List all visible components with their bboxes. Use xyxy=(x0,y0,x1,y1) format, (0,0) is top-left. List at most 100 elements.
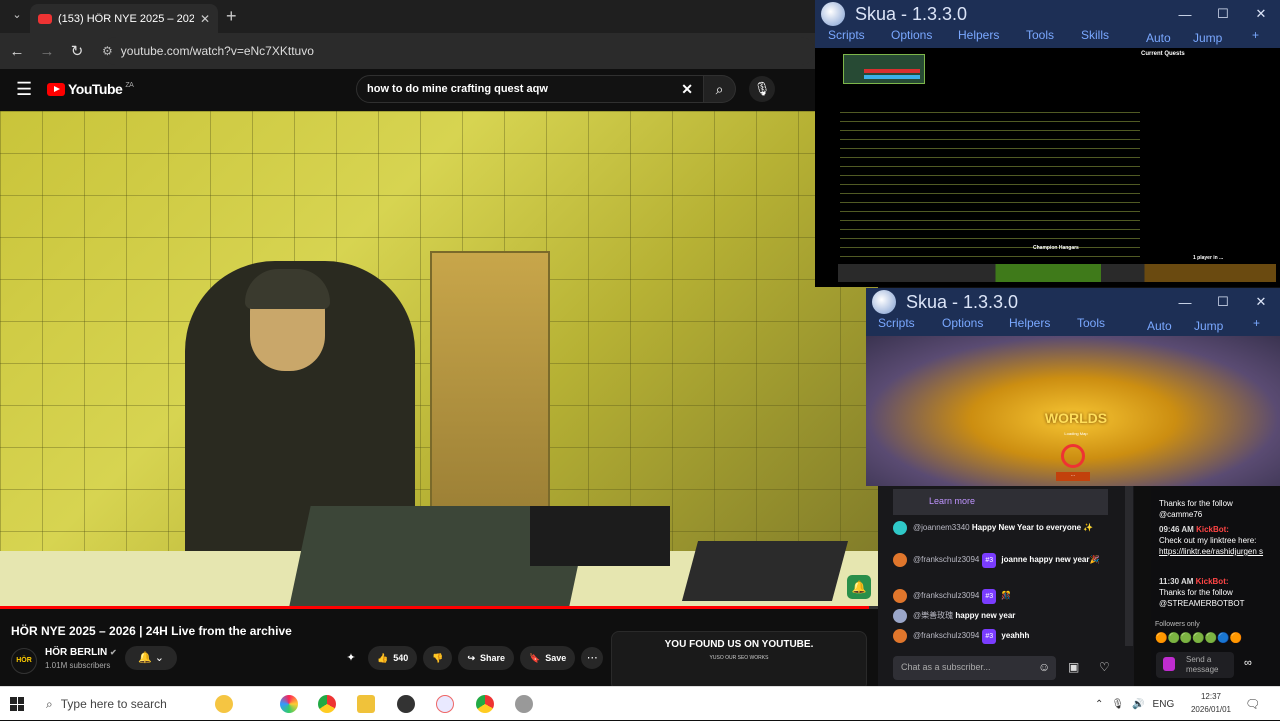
tab-close-icon[interactable]: ✕ xyxy=(200,12,210,26)
mic-icon[interactable] xyxy=(1163,657,1175,671)
emoji-icon[interactable]: ☺ xyxy=(1038,660,1050,674)
menu-tools[interactable]: Tools xyxy=(1026,28,1054,42)
video-player[interactable] xyxy=(0,111,878,608)
address-bar[interactable]: ⚙ youtube.com/watch?v=eNc7XKttuvo xyxy=(102,37,815,65)
tab-search-chevron-icon[interactable]: ⌄ xyxy=(8,8,26,26)
launchpad xyxy=(530,506,670,566)
share-button[interactable]: ↪ Share xyxy=(458,646,515,670)
current-quests-label[interactable]: Current Quests xyxy=(1141,51,1185,57)
channel-watermark-icon[interactable]: 🔔 xyxy=(847,575,871,599)
clock-date: 2026/01/01 xyxy=(1190,705,1232,714)
reload-icon[interactable]: ↻ xyxy=(64,42,90,60)
skua-window-1[interactable]: Skua - 1.3.3.0 — ☐ ✕ Scripts Options Hel… xyxy=(815,0,1280,287)
menu-skills[interactable]: Skills xyxy=(1081,28,1109,42)
menu-auto[interactable]: Auto xyxy=(1146,31,1171,45)
search-input[interactable]: how to do mine crafting quest aqw ✕ xyxy=(356,75,704,103)
skua-window-2[interactable]: Skua - 1.3.3.0 — ☐ ✕ Scripts Options Hel… xyxy=(866,288,1280,486)
promo-card[interactable]: YOU FOUND US ON YOUTUBE. YUSO OUR SEO WO… xyxy=(611,631,867,691)
more-options-icon[interactable]: ⋯ xyxy=(581,647,604,669)
game-loading-view[interactable]: WORLDS Loading Map ··· xyxy=(866,336,1280,486)
voice-search-mic-icon[interactable]: 🎙 xyxy=(749,76,775,102)
maximize-icon[interactable]: ☐ xyxy=(1204,6,1242,22)
chat-scrollbar[interactable] xyxy=(1125,486,1133,646)
chevron-up-icon[interactable]: ⌃ xyxy=(1095,699,1103,710)
cancel-button[interactable]: ··· xyxy=(1056,472,1090,481)
menu-tools[interactable]: Tools xyxy=(1077,316,1105,330)
browser-nav-bar: ← → ↻ ⚙ youtube.com/watch?v=eNc7XKttuvo xyxy=(0,33,815,69)
avatar[interactable] xyxy=(893,628,907,643)
channel-name[interactable]: HÖR BERLIN ✔ xyxy=(45,647,117,658)
taskbar-search[interactable]: ⌕ Type here to search xyxy=(36,687,206,721)
member-badge: #3 xyxy=(982,589,997,604)
clock[interactable]: 12:37 2026/01/01 xyxy=(1188,690,1234,716)
minimize-icon[interactable]: — xyxy=(1166,295,1204,310)
menu-helpers[interactable]: Helpers xyxy=(958,28,999,42)
avatar[interactable] xyxy=(893,552,907,567)
notification-icon[interactable]: 🗨 xyxy=(1245,697,1260,711)
game-logo: WORLDS xyxy=(1044,410,1108,426)
skua2-menubar: Scripts Options Helpers Tools Auto Jump … xyxy=(866,316,1280,336)
windows-start-icon[interactable] xyxy=(10,697,24,711)
maximize-icon[interactable]: ☐ xyxy=(1204,294,1242,310)
new-tab-plus-icon[interactable]: + xyxy=(226,6,237,27)
skua1-titlebar[interactable]: Skua - 1.3.3.0 — ☐ ✕ xyxy=(815,0,1280,28)
language-indicator[interactable]: ENG xyxy=(1153,699,1175,710)
save-button[interactable]: 🔖 Save xyxy=(520,646,576,670)
menu-jump[interactable]: Jump xyxy=(1193,31,1222,45)
search-button[interactable]: ⌕ xyxy=(704,75,736,103)
copilot-icon[interactable] xyxy=(280,695,298,713)
menu-options[interactable]: Options xyxy=(891,28,932,42)
avatar[interactable] xyxy=(893,520,907,535)
notification-bell-button[interactable]: 🔔 ⌄ xyxy=(125,646,177,670)
emote-row[interactable]: 🟠🟢🟢🟢🟢🔵🟠 xyxy=(1155,633,1242,644)
chrome-profile-icon[interactable] xyxy=(476,695,494,713)
game-view[interactable]: Current Quests Champion Hangars 1 player… xyxy=(838,48,1276,284)
linktree-link[interactable]: https://linktr.ee/rashidjurgen s xyxy=(1159,547,1263,556)
tab-title: (153) HÖR NYE 2025 – 2026 xyxy=(58,12,194,25)
menu-hamburger-icon[interactable]: ☰ xyxy=(16,79,32,100)
file-explorer-icon[interactable] xyxy=(357,695,375,713)
sparkles-icon[interactable] xyxy=(215,695,233,713)
volume-icon[interactable]: 🔊 xyxy=(1132,699,1144,710)
obs-icon[interactable] xyxy=(397,695,415,713)
menu-helpers[interactable]: Helpers xyxy=(1009,316,1050,330)
youtube-logo[interactable]: YouTube ZA xyxy=(47,81,134,97)
close-icon[interactable]: ✕ xyxy=(1242,294,1280,310)
snipping-tool-icon[interactable] xyxy=(436,695,454,713)
avatar[interactable] xyxy=(893,588,907,603)
like-button[interactable]: 👍 540 xyxy=(368,646,418,670)
browser-tab-bar: ⌄ (153) HÖR NYE 2025 – 2026 ✕ + xyxy=(0,0,815,33)
learn-more-link[interactable]: Learn more xyxy=(893,489,1108,515)
back-arrow-icon[interactable]: ← xyxy=(4,43,30,60)
menu-jump[interactable]: Jump xyxy=(1194,319,1223,333)
close-icon[interactable]: ✕ xyxy=(1242,6,1280,22)
heart-icon[interactable]: ♡ xyxy=(1099,660,1110,674)
browser-tab-active[interactable]: (153) HÖR NYE 2025 – 2026 ✕ xyxy=(30,4,218,33)
menu-scripts[interactable]: Scripts xyxy=(878,316,915,330)
channel-avatar[interactable]: HÖR xyxy=(11,648,37,674)
dislike-button[interactable]: 👎 xyxy=(423,646,453,670)
taskbar-search-placeholder: Type here to search xyxy=(60,697,167,711)
skua-app-icon[interactable] xyxy=(515,695,533,713)
skill-action-bar[interactable] xyxy=(838,264,1276,282)
menu-auto[interactable]: Auto xyxy=(1147,319,1172,333)
avatar[interactable] xyxy=(893,608,907,623)
microphone-icon[interactable]: 🎙 xyxy=(1111,699,1124,710)
clear-search-icon[interactable]: ✕ xyxy=(681,81,693,98)
site-info-icon[interactable]: ⚙ xyxy=(102,44,113,58)
skua2-titlebar[interactable]: Skua - 1.3.3.0 — ☐ ✕ xyxy=(866,288,1280,316)
thumbs-up-icon: 👍 xyxy=(377,652,389,663)
forward-arrow-icon[interactable]: → xyxy=(34,43,60,60)
puzzle-icon[interactable]: ✦ xyxy=(340,647,362,669)
chat-message: @frankschulz3094 #3 yeahhh xyxy=(893,628,1113,644)
gift-icon[interactable]: ▣ xyxy=(1068,660,1079,674)
menu-options[interactable]: Options xyxy=(942,316,983,330)
minimize-icon[interactable]: — xyxy=(1166,7,1204,22)
chrome-icon[interactable] xyxy=(318,695,336,713)
menu-add[interactable]: + xyxy=(1253,316,1260,330)
infinity-icon[interactable]: ∞ xyxy=(1244,657,1252,669)
chat-log xyxy=(840,108,1140,258)
menu-scripts[interactable]: Scripts xyxy=(828,28,865,42)
menu-add[interactable]: + xyxy=(1252,28,1259,42)
chat-input[interactable]: Chat as a subscriber... xyxy=(893,656,1056,680)
